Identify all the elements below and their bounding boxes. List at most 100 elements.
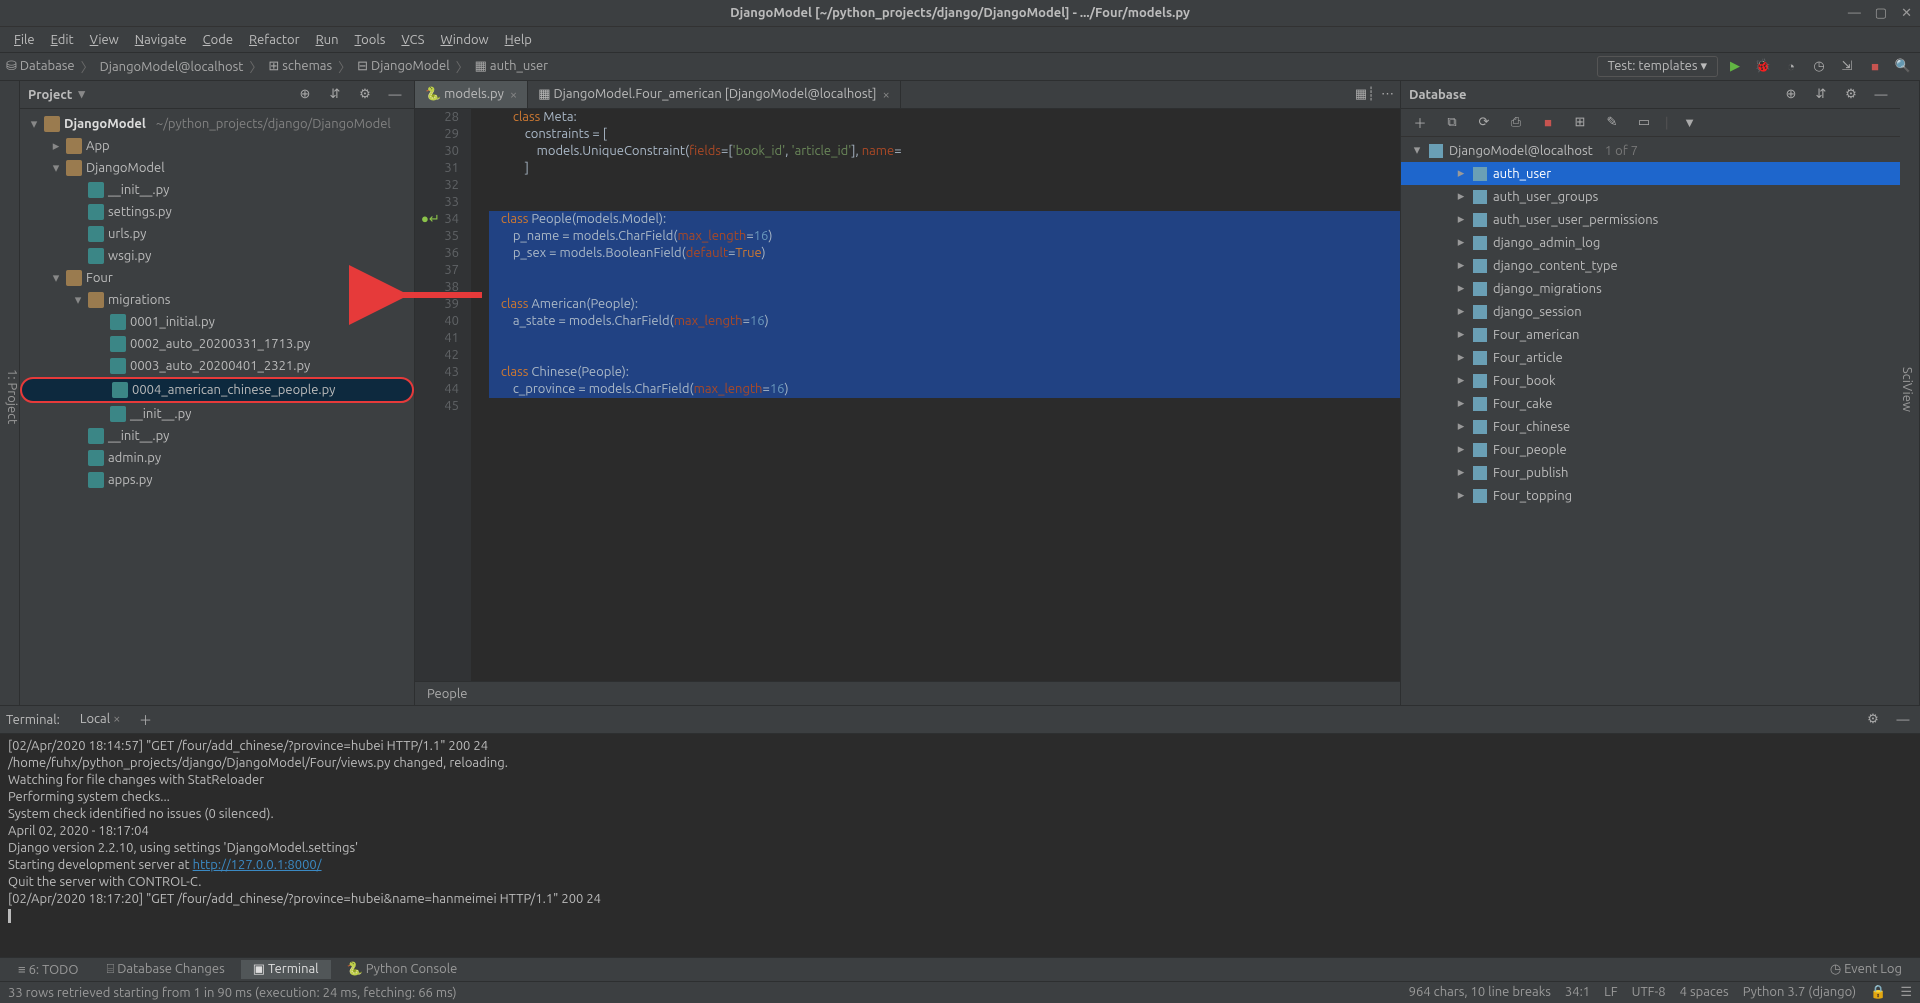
- editor-breadcrumb[interactable]: People: [415, 681, 1400, 705]
- terminal-output[interactable]: [02/Apr/2020 18:14:57] "GET /four/add_ch…: [0, 734, 1920, 957]
- filter-icon[interactable]: ▼: [1679, 112, 1701, 134]
- terminal-hide-icon[interactable]: —: [1892, 709, 1914, 731]
- project-tool-tab[interactable]: 1: Project: [5, 361, 19, 432]
- terminal-settings-icon[interactable]: ⚙: [1862, 709, 1884, 731]
- todo-tab[interactable]: ≡ 6: TODO: [6, 960, 90, 979]
- database-table[interactable]: ▸Four_article: [1401, 346, 1900, 369]
- terminal-add-tab-icon[interactable]: ＋: [134, 709, 156, 731]
- editor-tab[interactable]: 🐍 models.py ×: [415, 81, 528, 108]
- menu-view[interactable]: View: [82, 31, 127, 49]
- gear-icon[interactable]: ⚙: [1840, 84, 1862, 106]
- collapse-icon[interactable]: ⇵: [1810, 84, 1832, 106]
- stop-db-icon[interactable]: ■: [1537, 112, 1559, 134]
- breadcrumb-item[interactable]: DjangoModel@localhost: [100, 60, 244, 74]
- console-icon[interactable]: ▭: [1633, 112, 1655, 134]
- menu-code[interactable]: Code: [195, 31, 241, 49]
- breadcrumb-item[interactable]: ⊟ DjangoModel: [357, 59, 449, 74]
- table-view-icon[interactable]: ▦┊: [1355, 87, 1375, 102]
- status-python-interpreter[interactable]: Python 3.7 (django): [1743, 985, 1856, 1000]
- menu-vcs[interactable]: VCS: [393, 31, 432, 49]
- database-connection[interactable]: ▾ DjangoModel@localhost1 of 7: [1401, 139, 1900, 162]
- database-table[interactable]: ▸auth_user: [1401, 162, 1900, 185]
- minimize-icon[interactable]: —: [1848, 6, 1861, 21]
- profile-icon[interactable]: ◷: [1808, 56, 1830, 78]
- sync-icon[interactable]: ⊕: [1780, 84, 1802, 106]
- search-everywhere-icon[interactable]: 🔍: [1892, 56, 1914, 78]
- tree-file[interactable]: __init__.py: [20, 403, 414, 425]
- database-table[interactable]: ▸Four_people: [1401, 438, 1900, 461]
- tree-file[interactable]: apps.py: [20, 469, 414, 491]
- server-url-link[interactable]: http://127.0.0.1:8000/: [193, 858, 322, 872]
- tree-file[interactable]: wsgi.py: [20, 245, 414, 267]
- scroll-from-source-icon[interactable]: ⊕: [294, 84, 316, 106]
- database-changes-tab[interactable]: ⌸ Database Changes: [94, 960, 236, 979]
- hide-panel-icon[interactable]: —: [1870, 84, 1892, 106]
- debug-icon[interactable]: 🐞: [1752, 56, 1774, 78]
- menu-file[interactable]: File: [6, 31, 43, 49]
- add-datasource-icon[interactable]: ＋: [1409, 112, 1431, 134]
- close-icon[interactable]: ✕: [1901, 6, 1912, 21]
- database-table[interactable]: ▸Four_publish: [1401, 461, 1900, 484]
- tree-file[interactable]: __init__.py: [20, 425, 414, 447]
- coverage-icon[interactable]: ◔: [1780, 56, 1802, 78]
- tree-file[interactable]: urls.py: [20, 223, 414, 245]
- run-config-selector[interactable]: Test: templates ▾: [1597, 56, 1718, 77]
- tree-file[interactable]: 0002_auto_20200331_1713.py: [20, 333, 414, 355]
- editor-body[interactable]: 282930313233●↵343536373839404142434445 c…: [415, 109, 1400, 681]
- database-table[interactable]: ▸auth_user_groups: [1401, 185, 1900, 208]
- database-table[interactable]: ▸Four_topping: [1401, 484, 1900, 507]
- tree-root[interactable]: ▾DjangoModel~/python_projects/django/Dja…: [20, 113, 414, 135]
- breadcrumb-item[interactable]: ⊞ schemas: [268, 59, 332, 74]
- status-cursor-position[interactable]: 34:1: [1565, 985, 1590, 1000]
- menu-edit[interactable]: Edit: [43, 31, 82, 49]
- tree-file[interactable]: 0003_auto_20200401_2321.py: [20, 355, 414, 377]
- more-icon[interactable]: ⋯: [1381, 87, 1394, 102]
- database-table[interactable]: ▸django_session: [1401, 300, 1900, 323]
- refresh-icon[interactable]: ⟳: [1473, 112, 1495, 134]
- sciview-tool-tab[interactable]: SciView: [1900, 358, 1914, 419]
- database-table[interactable]: ▸Four_book: [1401, 369, 1900, 392]
- status-line-separator[interactable]: LF: [1604, 985, 1617, 1000]
- stop-icon[interactable]: ■: [1864, 56, 1886, 78]
- tree-file[interactable]: 0004_american_chinese_people.py: [20, 377, 414, 403]
- settings-icon[interactable]: ⚙: [354, 84, 376, 106]
- hide-icon[interactable]: —: [384, 84, 406, 106]
- run-icon[interactable]: ▶: [1724, 56, 1746, 78]
- table-icon[interactable]: ⊞: [1569, 112, 1591, 134]
- breadcrumb-item[interactable]: ▦ auth_user: [475, 59, 548, 74]
- breadcrumb[interactable]: ⛁ Database〉DjangoModel@localhost〉⊞ schem…: [6, 57, 548, 76]
- status-encoding[interactable]: UTF-8: [1632, 985, 1666, 1000]
- collapse-all-icon[interactable]: ⇵: [324, 84, 346, 106]
- tree-folder[interactable]: ▾DjangoModel: [20, 157, 414, 179]
- database-table[interactable]: ▸Four_cake: [1401, 392, 1900, 415]
- menu-help[interactable]: Help: [497, 31, 540, 49]
- maximize-icon[interactable]: ▢: [1875, 6, 1887, 21]
- event-log-tab[interactable]: ◷ Event Log: [1818, 960, 1914, 979]
- code-area[interactable]: class Meta: constraints = [ models.Uniqu…: [471, 109, 1400, 681]
- database-table[interactable]: ▸django_content_type: [1401, 254, 1900, 277]
- python-console-tab[interactable]: 🐍 Python Console: [335, 960, 470, 979]
- editor-tab[interactable]: ▦ DjangoModel.Four_american [DjangoModel…: [528, 81, 901, 108]
- menu-refactor[interactable]: Refactor: [241, 31, 308, 49]
- tree-folder[interactable]: ▸App: [20, 135, 414, 157]
- tree-folder[interactable]: ▾Four: [20, 267, 414, 289]
- attach-icon[interactable]: ⇲: [1836, 56, 1858, 78]
- menu-tools[interactable]: Tools: [347, 31, 394, 49]
- project-tree[interactable]: ▾DjangoModel~/python_projects/django/Dja…: [20, 109, 414, 705]
- terminal-tab[interactable]: ▣ Terminal: [241, 960, 331, 979]
- database-table[interactable]: ▸django_migrations: [1401, 277, 1900, 300]
- terminal-tab-local[interactable]: Local ×: [70, 710, 131, 730]
- database-table[interactable]: ▸django_admin_log: [1401, 231, 1900, 254]
- menu-window[interactable]: Window: [432, 31, 496, 49]
- query-icon[interactable]: ⎙: [1505, 112, 1527, 134]
- menu-run[interactable]: Run: [308, 31, 347, 49]
- tree-file[interactable]: settings.py: [20, 201, 414, 223]
- menu-navigate[interactable]: Navigate: [127, 31, 195, 49]
- status-indent[interactable]: 4 spaces: [1680, 985, 1729, 1000]
- database-tree[interactable]: ▾ DjangoModel@localhost1 of 7 ▸auth_user…: [1401, 137, 1900, 705]
- tree-folder[interactable]: ▾migrations: [20, 289, 414, 311]
- tree-file[interactable]: admin.py: [20, 447, 414, 469]
- database-table[interactable]: ▸Four_chinese: [1401, 415, 1900, 438]
- edit-icon[interactable]: ✎: [1601, 112, 1623, 134]
- breadcrumb-item[interactable]: ⛁ Database: [6, 59, 75, 74]
